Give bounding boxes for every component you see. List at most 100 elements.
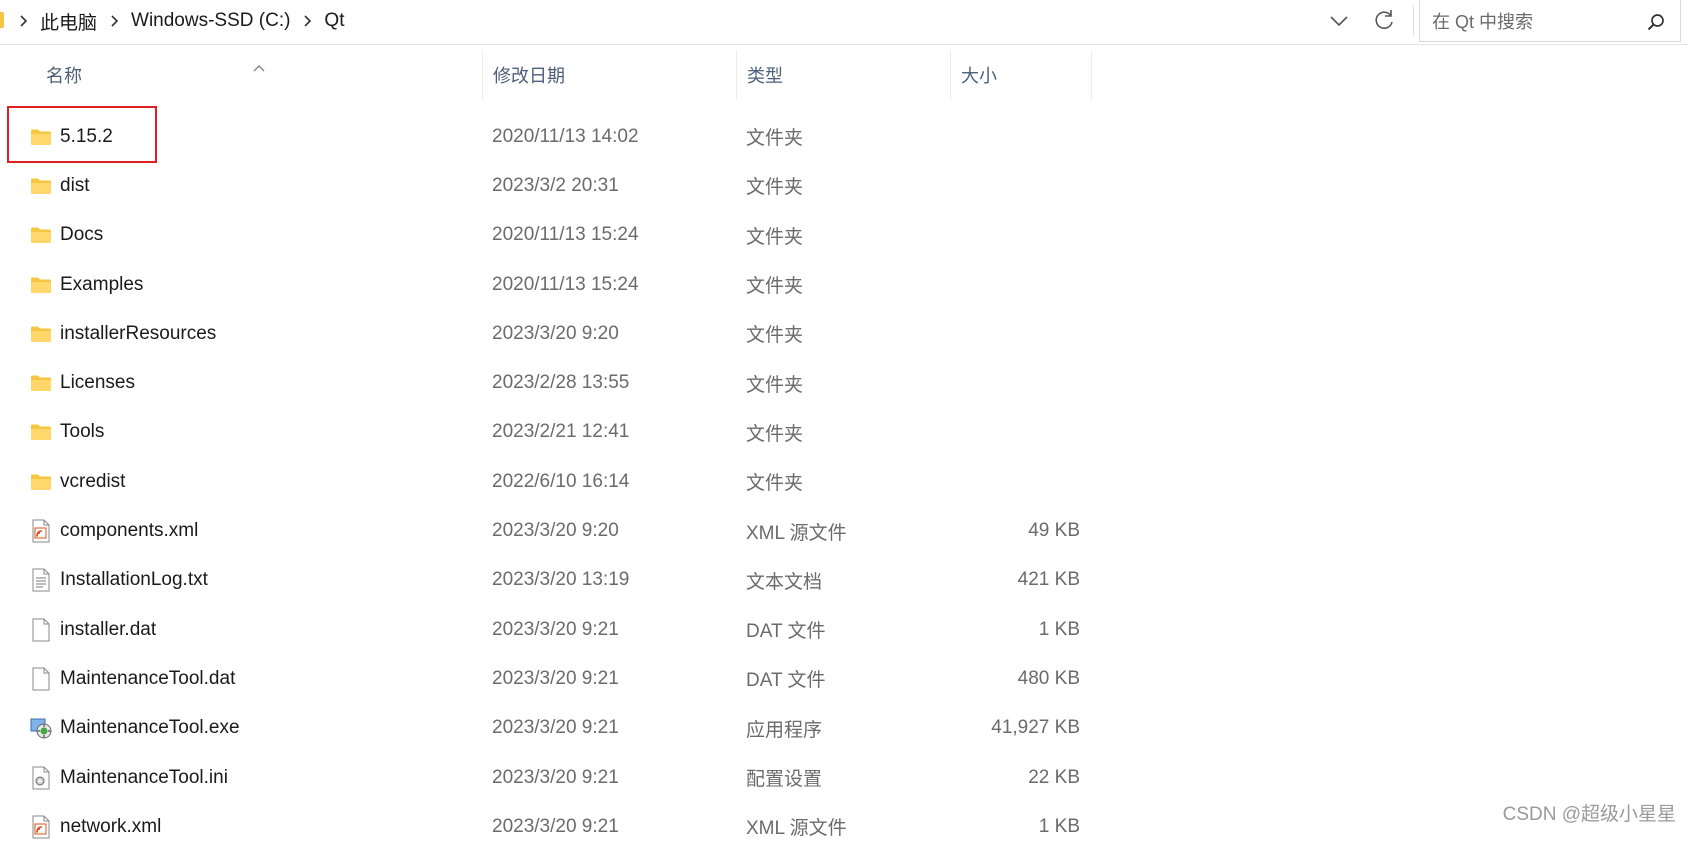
file-name: components.xml (60, 520, 199, 542)
exe-file-icon (28, 704, 54, 753)
breadcrumb: 此电脑 Windows-SSD (C:) Qt (10, 0, 348, 42)
search-input[interactable] (1430, 8, 1634, 36)
column-header: 名称 修改日期 类型 大小 (0, 50, 1100, 100)
file-row[interactable]: network.xml 2023/3/20 9:21 XML 源文件 1 KB (0, 802, 1100, 851)
file-type: 文件夹 (746, 177, 804, 199)
chevron-right-icon[interactable] (105, 12, 123, 30)
text-file-icon (28, 556, 54, 605)
file-row[interactable]: vcredist 2022/6/10 16:14 文件夹 (0, 457, 1100, 506)
file-type: DAT 文件 (746, 670, 826, 692)
file-name: installerResources (60, 322, 217, 344)
file-size (950, 309, 1080, 358)
file-date: 2023/3/20 9:21 (492, 815, 619, 837)
folder-icon (28, 161, 54, 210)
file-size: 22 KB (1028, 766, 1080, 788)
file-date: 2023/3/20 9:21 (492, 717, 619, 739)
file-type: DAT 文件 (746, 621, 826, 643)
file-name: Tools (60, 421, 105, 443)
file-date: 2023/2/28 13:55 (492, 372, 630, 394)
folder-icon (28, 358, 54, 407)
breadcrumb-item-qt[interactable]: Qt (320, 10, 348, 32)
xml-file-icon (28, 506, 54, 555)
folder-icon (28, 309, 54, 358)
file-date: 2023/3/2 20:31 (492, 174, 619, 196)
file-size (950, 358, 1080, 407)
file-date: 2023/3/20 9:20 (492, 520, 619, 542)
file-type: 文件夹 (746, 128, 804, 150)
file-size: 1 KB (1038, 815, 1080, 837)
refresh-button[interactable] (1370, 6, 1398, 34)
file-row[interactable]: dist 2023/3/2 20:31 文件夹 (0, 161, 1100, 210)
blank-file-icon (28, 605, 54, 654)
column-header-type[interactable]: 类型 (736, 50, 950, 100)
file-date: 2023/3/20 13:19 (492, 569, 630, 591)
file-date: 2023/3/20 9:21 (492, 618, 619, 640)
file-size: 480 KB (1017, 667, 1080, 689)
file-date: 2023/3/20 9:20 (492, 322, 619, 344)
blank-file-icon (28, 654, 54, 703)
file-row[interactable]: Examples 2020/11/13 15:24 文件夹 (0, 260, 1100, 309)
file-row[interactable]: MaintenanceTool.ini 2023/3/20 9:21 配置设置 22 … (0, 753, 1100, 802)
file-name: Licenses (60, 372, 135, 394)
file-date: 2023/3/20 9:21 (492, 766, 619, 788)
folder-strip-icon (0, 12, 4, 28)
breadcrumb-item-this-pc[interactable]: 此电脑 (36, 8, 101, 35)
column-header-size[interactable]: 大小 (950, 50, 1092, 100)
file-size (950, 112, 1080, 161)
file-type: 文件夹 (746, 226, 804, 248)
column-header-date[interactable]: 修改日期 (482, 50, 736, 100)
file-row[interactable]: 5.15.2 2020/11/13 14:02 文件夹 (0, 112, 1100, 161)
folder-icon (28, 408, 54, 457)
file-name: 5.15.2 (60, 125, 113, 147)
file-row[interactable]: installerResources 2023/3/20 9:20 文件夹 (0, 309, 1100, 358)
file-name: InstallationLog.txt (60, 569, 208, 591)
file-date: 2020/11/13 15:24 (492, 224, 639, 246)
file-type: 文件夹 (746, 473, 804, 495)
file-date: 2020/11/13 15:24 (492, 273, 639, 295)
file-row[interactable]: components.xml 2023/3/20 9:20 XML 源文件 49 KB (0, 506, 1100, 555)
file-row[interactable]: InstallationLog.txt 2023/3/20 13:19 文本文档 42… (0, 556, 1100, 605)
file-name: vcredist (60, 470, 126, 492)
address-history-button[interactable] (1326, 8, 1352, 34)
file-row[interactable]: Docs 2020/11/13 15:24 文件夹 (0, 211, 1100, 260)
search-icon[interactable] (1646, 12, 1666, 32)
file-type: 文本文档 (746, 571, 823, 593)
file-type: 文件夹 (746, 276, 804, 298)
file-date: 2022/6/10 16:14 (492, 470, 630, 492)
chevron-right-icon[interactable] (298, 12, 316, 30)
file-type: 文件夹 (746, 374, 804, 396)
folder-icon (28, 260, 54, 309)
address-bar: 此电脑 Windows-SSD (C:) Qt (0, 0, 1688, 45)
file-row[interactable]: MaintenanceTool.exe 2023/3/20 9:21 应用程序 41,… (0, 704, 1100, 753)
toolbar-divider (1413, 6, 1414, 36)
file-row[interactable]: Licenses 2023/2/28 13:55 文件夹 (0, 358, 1100, 407)
file-name: Examples (60, 273, 144, 295)
file-date: 2023/3/20 9:21 (492, 667, 619, 689)
file-type: XML 源文件 (746, 522, 847, 544)
chevron-right-icon[interactable] (14, 12, 32, 30)
file-row[interactable]: installer.dat 2023/3/20 9:21 DAT 文件 1 KB (0, 605, 1100, 654)
file-name: installer.dat (60, 618, 157, 640)
file-size: 49 KB (1028, 520, 1080, 542)
chevron-down-icon (1330, 16, 1348, 27)
file-row[interactable]: Tools 2023/2/21 12:41 文件夹 (0, 408, 1100, 457)
file-size: 421 KB (1017, 569, 1080, 591)
refresh-icon (1375, 10, 1393, 29)
search-box[interactable] (1419, 0, 1681, 42)
file-name: network.xml (60, 815, 162, 837)
file-name: MaintenanceTool.dat (60, 667, 236, 689)
ini-file-icon (28, 753, 54, 802)
column-header-name[interactable]: 名称 (36, 50, 482, 100)
file-size (950, 211, 1080, 260)
file-size (950, 260, 1080, 309)
file-size (950, 408, 1080, 457)
watermark: CSDN @超级小星星 (1502, 804, 1676, 825)
file-name: MaintenanceTool.ini (60, 766, 228, 788)
file-row[interactable]: MaintenanceTool.dat 2023/3/20 9:21 DAT 文件 4… (0, 654, 1100, 703)
file-type: 文件夹 (746, 325, 804, 347)
file-size (950, 161, 1080, 210)
file-name: Docs (60, 224, 104, 246)
breadcrumb-item-drive[interactable]: Windows-SSD (C:) (127, 10, 294, 32)
file-size (950, 457, 1080, 506)
file-name: MaintenanceTool.exe (60, 717, 240, 739)
